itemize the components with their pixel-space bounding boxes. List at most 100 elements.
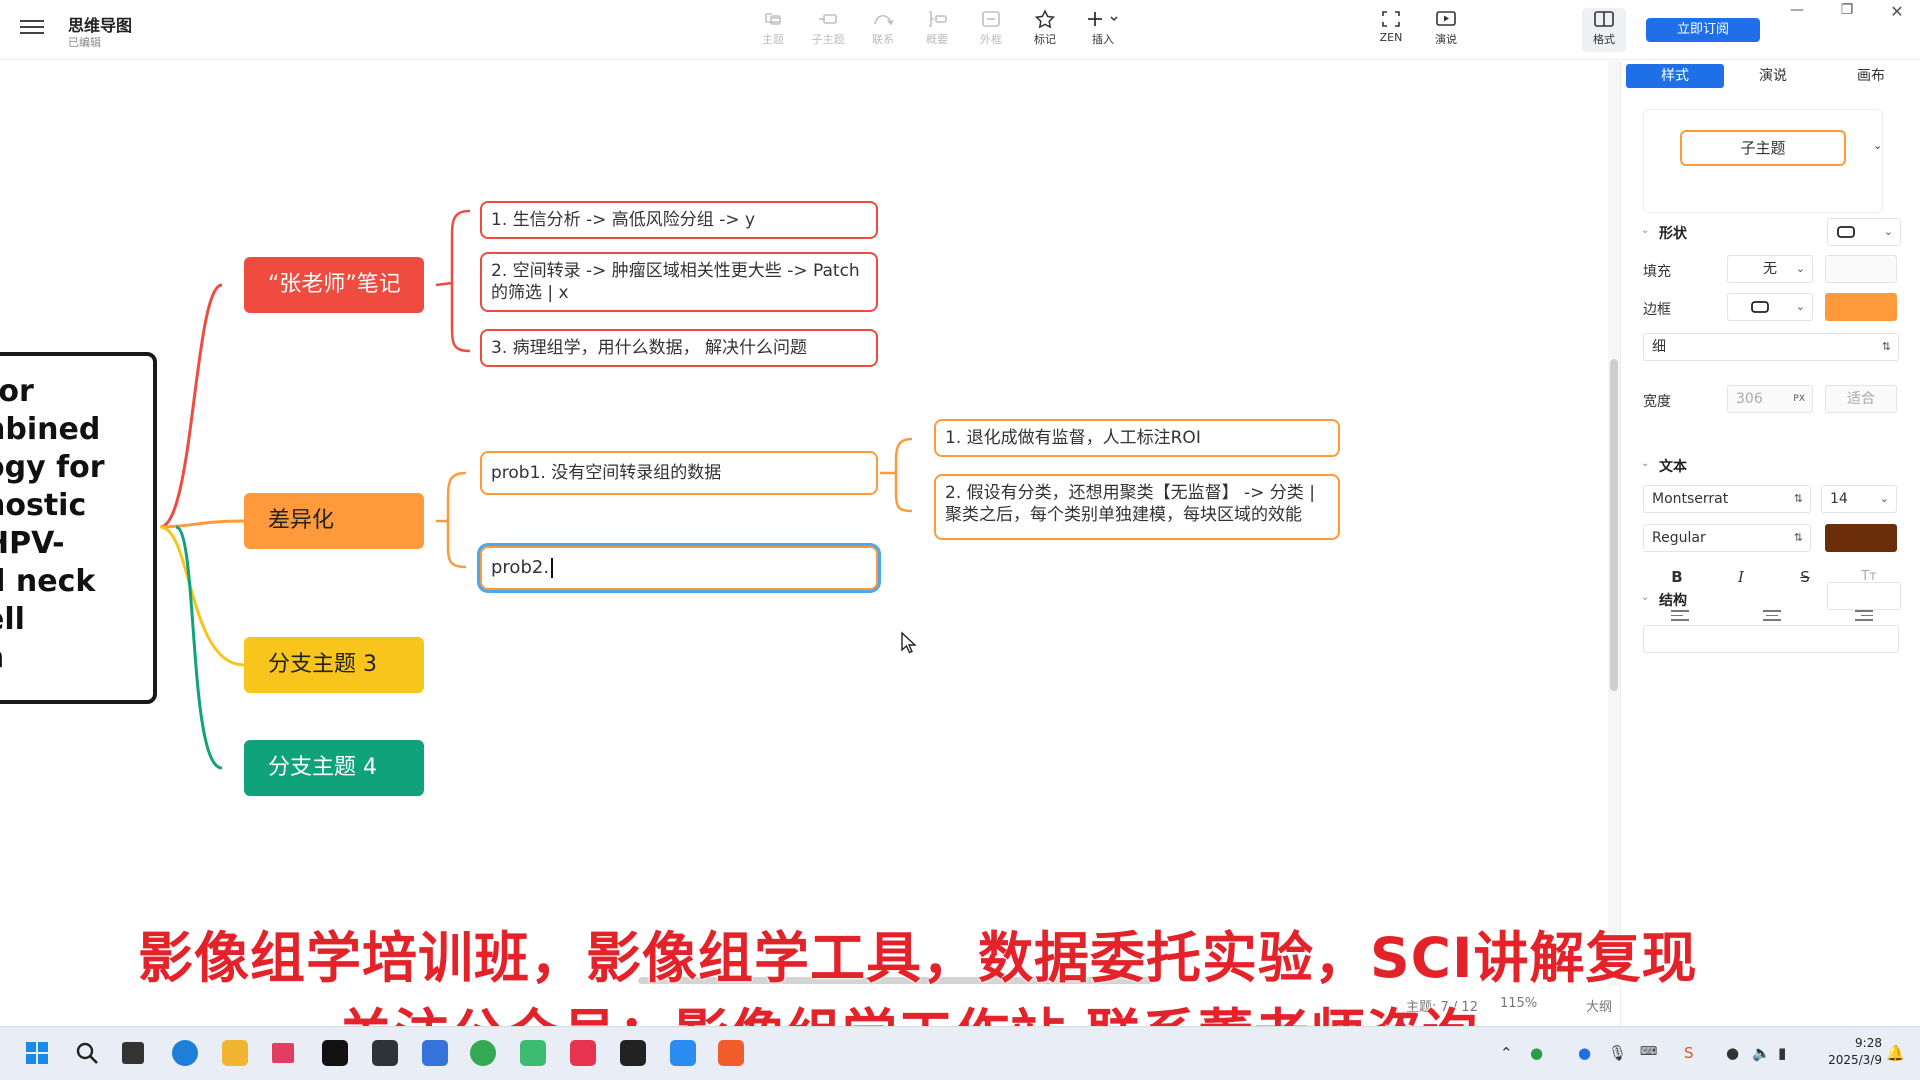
structure-direction-select[interactable] — [1643, 625, 1899, 653]
italic-button[interactable]: I — [1711, 563, 1771, 591]
bracket-prob1 — [880, 437, 913, 513]
sidebar-panel-icon — [1594, 11, 1614, 27]
top-toolbar: 思维导图 已编辑 主题 子主题 联系 概要 外框 标记 插入 ZEN 演说 格式… — [0, 0, 1920, 60]
border-weight-select[interactable]: 细 ⇅ — [1643, 333, 1899, 361]
zoom-level[interactable]: 115% — [1500, 996, 1537, 1011]
volume-icon[interactable]: 🔈 — [1752, 1044, 1771, 1062]
wifi-icon[interactable]: ● — [1726, 1044, 1739, 1062]
branch-topic-4[interactable]: 分支主题 4 — [244, 740, 424, 796]
chart-app-icon[interactable] — [670, 1040, 696, 1066]
subscribe-button[interactable]: 立即订阅 — [1646, 18, 1760, 42]
branch-topic-diff[interactable]: 差异化 — [244, 493, 424, 549]
border-color-swatch[interactable] — [1825, 293, 1897, 321]
branch-topic-notes[interactable]: “张老师”笔记 — [244, 257, 424, 313]
font-weight-select[interactable]: Regular ⇅ — [1643, 524, 1811, 552]
border-style-select[interactable]: ⌄ — [1727, 293, 1813, 321]
bold-button[interactable]: B — [1647, 563, 1707, 591]
relation-label: 联系 — [872, 33, 894, 46]
tab-style[interactable]: 样式 — [1626, 64, 1724, 88]
central-topic-line: ell — [0, 602, 25, 637]
central-topic[interactable]: tor nbined ogy for nostic HPV- d neck el… — [0, 352, 157, 704]
insert-label: 插入 — [1092, 33, 1114, 46]
chevron-down-icon[interactable]: ⌄ — [1873, 139, 1882, 152]
keyboard-icon[interactable]: ⌨ — [1640, 1044, 1657, 1058]
clock-date: 2025/3/9 — [1828, 1053, 1882, 1067]
chevron-down-icon[interactable]: ⌄ — [1641, 458, 1649, 469]
width-input[interactable]: 306 PX — [1727, 385, 1813, 413]
format-panel: 样式 演说 画布 子主题 ⌄ ⌄ 形状 ⌄ 填充 无 ⌄ 边框 ⌄ 细 ⇅ 宽度 3… — [1620, 61, 1920, 1026]
fit-width-button[interactable]: 适合 — [1825, 385, 1897, 413]
system-clock[interactable]: 9:28 2025/3/9 — [1818, 1035, 1882, 1069]
summary-label: 概要 — [926, 33, 948, 46]
chrome-icon[interactable] — [470, 1040, 496, 1066]
tab-present[interactable]: 演说 — [1724, 64, 1822, 88]
central-topic-line: a — [0, 640, 4, 675]
tab-canvas[interactable]: 画布 — [1822, 64, 1920, 88]
edge-browser-icon[interactable] — [172, 1040, 198, 1066]
camera-app-icon[interactable] — [322, 1040, 348, 1066]
subtopic-note-1[interactable]: 1. 生信分析 -> 高低风险分组 -> y — [480, 201, 878, 239]
subtopic-note-2[interactable]: 2. 空间转录 -> 肿瘤区域相关性更大些 -> Patch的筛选 | x — [480, 252, 878, 312]
notification-bell-icon[interactable]: 🔔 — [1886, 1044, 1905, 1062]
xmind-icon[interactable] — [570, 1040, 596, 1066]
font-size-select[interactable]: 14 ⌄ — [1821, 485, 1897, 513]
topic-button[interactable]: 主题 — [750, 8, 796, 52]
subtopic-button[interactable]: 子主题 — [805, 8, 851, 52]
format-panel-button[interactable]: 格式 — [1582, 8, 1626, 52]
font-size-value: 14 — [1830, 491, 1848, 507]
windows-start-icon[interactable] — [24, 1040, 50, 1066]
task-view-icon[interactable] — [122, 1042, 144, 1064]
insert-button[interactable]: 插入 — [1080, 8, 1126, 52]
subtopic-prob1[interactable]: prob1. 没有空间转录组的数据 — [480, 451, 878, 495]
vertical-scrollbar[interactable] — [1608, 61, 1620, 986]
vertical-scrollbar-thumb[interactable] — [1610, 359, 1618, 691]
font-family-value: Montserrat — [1652, 491, 1729, 507]
tray-app-icon[interactable]: ● — [1578, 1044, 1591, 1062]
subtopic-prob1-child-1[interactable]: 1. 退化成做有监督，人工标注ROI — [934, 419, 1340, 457]
battery-icon[interactable]: ▮ — [1778, 1044, 1786, 1062]
text-color-swatch[interactable] — [1825, 524, 1897, 552]
tray-app-icon[interactable]: ● — [1530, 1044, 1543, 1062]
close-icon[interactable]: ✕ — [1882, 2, 1912, 24]
pycharm-icon[interactable] — [372, 1040, 398, 1066]
present-button[interactable]: 演说 — [1423, 8, 1469, 52]
microphone-icon[interactable]: 🎙 — [1608, 1044, 1627, 1062]
restore-icon[interactable]: ❐ — [1832, 2, 1862, 24]
mindmap-app-icon[interactable] — [718, 1040, 744, 1066]
strikethrough-button[interactable]: S — [1775, 563, 1835, 591]
send-app-icon[interactable] — [272, 1043, 294, 1063]
minimize-icon[interactable]: — — [1782, 2, 1812, 24]
topic-style-preview[interactable]: 子主题 — [1643, 109, 1883, 213]
subtopic-note-3[interactable]: 3. 病理组学，用什么数据， 解决什么问题 — [480, 329, 878, 367]
connector-root-b1 — [159, 283, 223, 529]
terminal-icon[interactable] — [620, 1040, 646, 1066]
shape-select[interactable]: ⌄ — [1827, 218, 1901, 246]
text-section-title: 文本 — [1659, 459, 1687, 475]
summary-button[interactable]: 概要 — [914, 8, 960, 52]
mail-app-icon[interactable] — [422, 1040, 448, 1066]
tray-chevron-icon[interactable]: ⌃ — [1500, 1044, 1513, 1062]
file-explorer-icon[interactable] — [222, 1040, 248, 1066]
zen-button[interactable]: ZEN — [1368, 8, 1414, 52]
outline-toggle[interactable]: 大纲 — [1586, 996, 1612, 1015]
search-icon[interactable] — [74, 1040, 100, 1066]
chevron-down-icon[interactable]: ⌄ — [1641, 592, 1649, 603]
subtopic-prob2-editing[interactable]: prob2. — [480, 546, 878, 590]
boundary-button[interactable]: 外框 — [968, 8, 1014, 52]
mindmap-canvas[interactable]: tor nbined ogy for nostic HPV- d neck el… — [0, 61, 1608, 986]
fill-select[interactable]: 无 ⌄ — [1727, 255, 1813, 283]
relation-button[interactable]: 联系 — [860, 8, 906, 52]
format-label: 格式 — [1593, 33, 1615, 46]
antivirus-icon[interactable]: S — [1684, 1044, 1694, 1062]
marker-button[interactable]: 标记 — [1022, 8, 1068, 52]
branch-topic-3[interactable]: 分支主题 3 — [244, 637, 424, 693]
chevron-down-icon[interactable]: ⌄ — [1641, 225, 1649, 236]
fill-color-swatch[interactable] — [1825, 255, 1897, 283]
menu-icon[interactable] — [20, 18, 44, 38]
connector-root-b3 — [159, 525, 245, 667]
updown-icon: ⇅ — [1793, 492, 1803, 505]
wechat-icon[interactable] — [520, 1040, 546, 1066]
font-family-select[interactable]: Montserrat ⇅ — [1643, 485, 1811, 513]
subtopic-prob1-child-2[interactable]: 2. 假设有分类，还想用聚类【无监督】 -> 分类 | 聚类之后，每个类别单独建… — [934, 474, 1340, 540]
panel-tabs: 样式 演说 画布 — [1626, 64, 1916, 88]
